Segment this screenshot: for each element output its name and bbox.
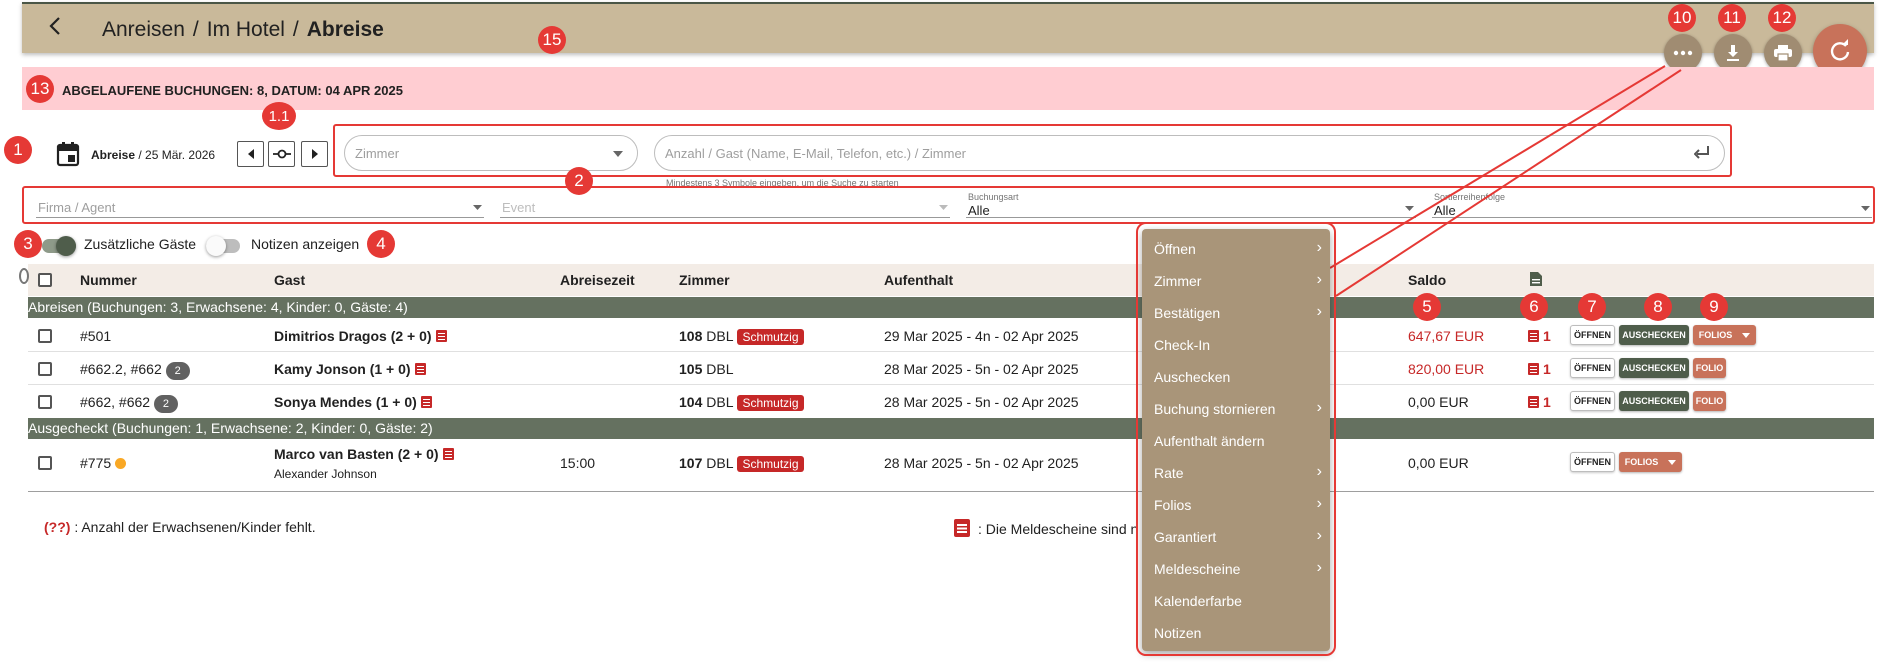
annotation-badge: 1.1 [262,102,296,130]
annotation-badge: 8 [1644,293,1672,321]
annotation-badge: 12 [1768,4,1796,32]
annotation-lines [1329,65,1682,297]
annotation-badge: 4 [367,230,395,258]
annotation-badge: 6 [1520,293,1548,321]
annotation-badge: 1 [4,136,32,164]
annotation-badge: 2 [565,167,593,195]
annotation-badge: 5 [1413,293,1441,321]
menu-highlight [1136,222,1336,656]
annotation-badge: 10 [1668,4,1696,32]
annotation-badge: 11 [1718,4,1746,32]
annotation-badge: 15 [538,26,566,54]
annotation-badge: 3 [14,230,42,258]
annotation-badge: 7 [1578,293,1606,321]
annotation-badge: 9 [1700,293,1728,321]
annotation-badge: 13 [26,75,54,103]
